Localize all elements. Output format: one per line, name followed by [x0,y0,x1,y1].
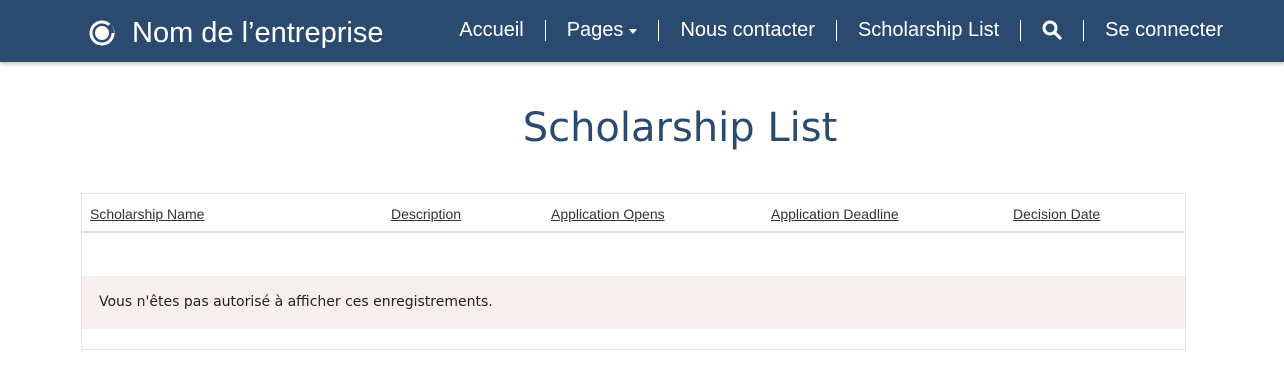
scholarship-table: Scholarship Name Description Application… [81,193,1186,350]
permission-notice: Vous n'êtes pas autorisé à afficher ces … [82,276,1185,329]
column-header-scholarship-name[interactable]: Scholarship Name [90,206,204,222]
nav-scholarship-list-link[interactable]: Scholarship List [837,18,1020,42]
top-navbar: Nom de l’entreprise Accueil Pages Nous c… [0,0,1284,62]
column-header-decision-date[interactable]: Decision Date [1013,206,1100,222]
column-header-application-deadline[interactable]: Application Deadline [771,206,899,222]
nav-contact-link[interactable]: Nous contacter [659,18,836,42]
search-button[interactable] [1021,18,1083,42]
brand-link[interactable]: Nom de l’entreprise [88,17,383,49]
sign-in-link[interactable]: Se connecter [1084,18,1244,42]
permission-notice-text: Vous n'êtes pas autorisé à afficher ces … [99,294,493,310]
nav-pages-label: Pages [566,19,624,41]
caret-down-icon [629,28,638,34]
table-header-row: Scholarship Name Description Application… [82,194,1185,233]
brand-name: Nom de l’entreprise [132,17,384,49]
column-header-description[interactable]: Description [391,206,461,222]
search-icon [1042,20,1062,40]
nav-home-link[interactable]: Accueil [438,18,544,42]
main-nav: Accueil Pages Nous contacter Scholarship… [438,0,1244,62]
company-logo-icon [88,19,116,47]
column-header-application-opens[interactable]: Application Opens [551,206,665,222]
page-title: Scholarship List [522,105,838,151]
nav-pages-dropdown[interactable]: Pages [546,18,659,42]
